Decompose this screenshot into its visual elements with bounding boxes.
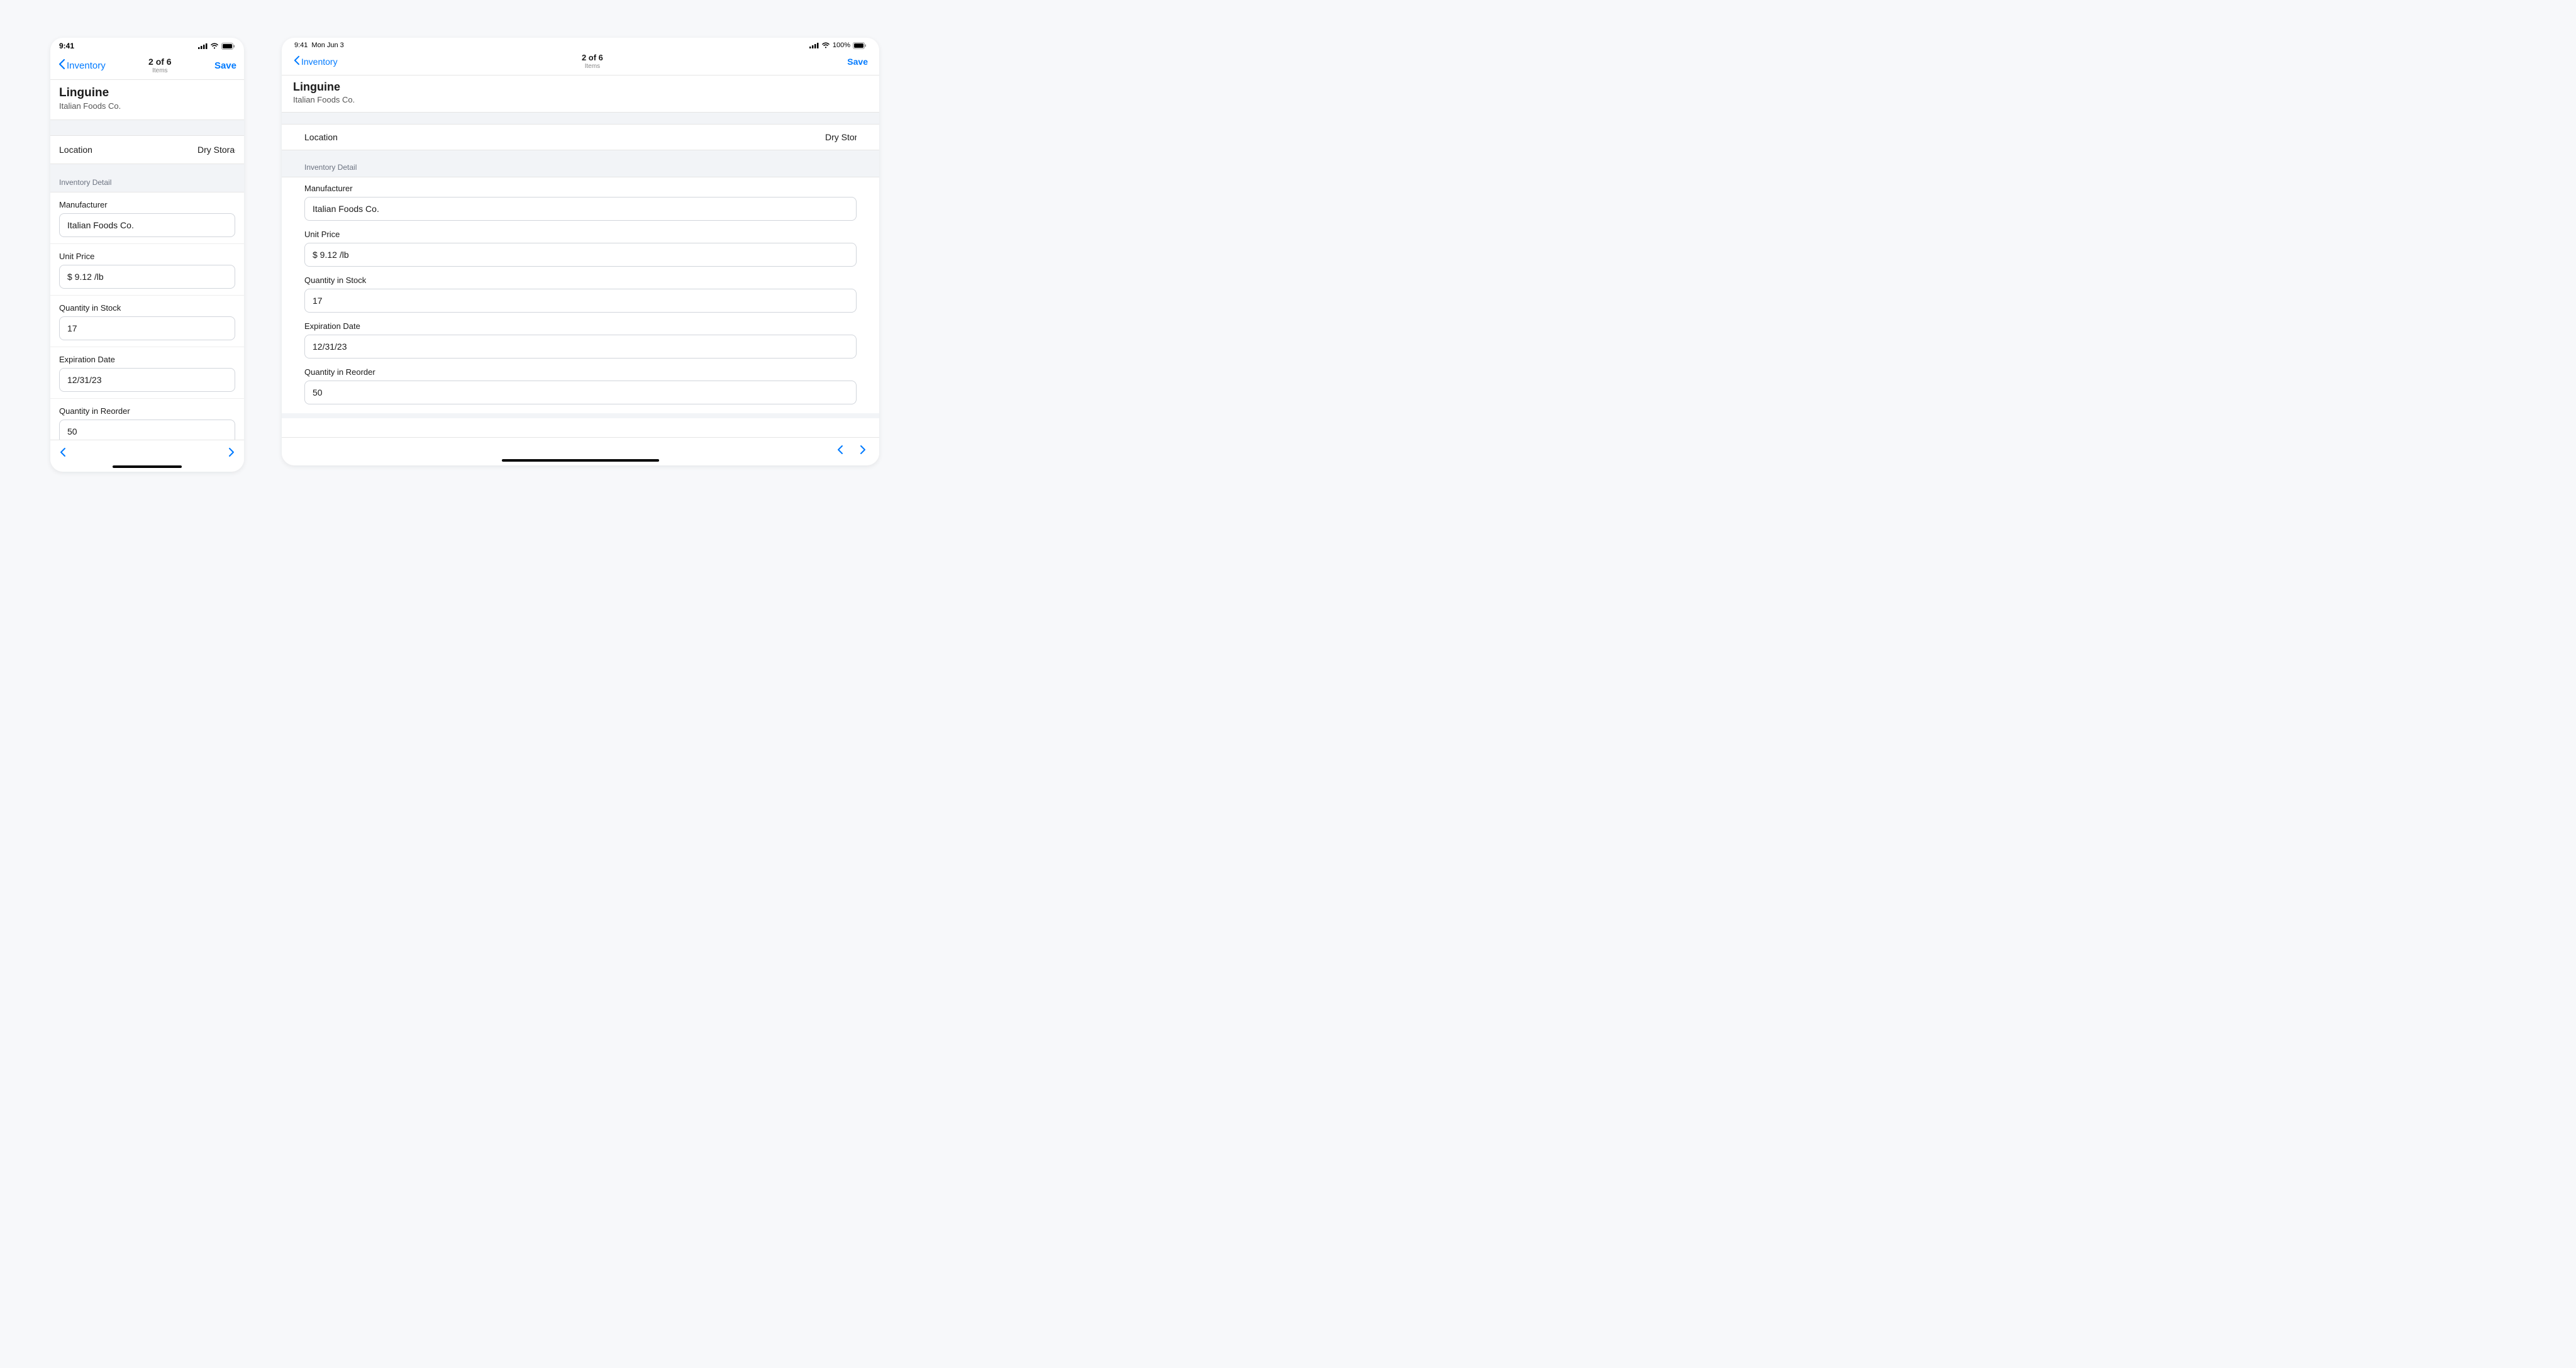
section-header-inventory-detail: Inventory Detail [50,164,244,192]
quantity-stock-label: Quantity in Stock [304,275,857,285]
nav-title: 2 of 6 [148,57,172,67]
status-time: 9:41 [59,42,74,50]
back-button[interactable]: Inventory [58,58,106,72]
chevron-left-icon [293,55,300,67]
location-value: Dry Storage [825,132,857,142]
item-subtitle: Italian Foods Co. [293,95,868,104]
tablet-device: 9:41 Mon Jun 3 100% Inventory 2 of 6 Ite… [282,38,879,465]
section-header-inventory-detail: Inventory Detail [282,150,879,177]
back-button[interactable]: Inventory [293,55,338,67]
footer-nav [282,437,879,459]
signal-icon [198,43,208,49]
footer-nav [50,440,244,463]
nav-bar: Inventory 2 of 6 Items Save [50,52,244,80]
quantity-stock-field[interactable] [59,316,235,340]
status-bar: 9:41 [50,38,244,52]
quantity-reorder-label: Quantity in Reorder [304,367,857,377]
unit-price-label: Unit Price [304,230,857,239]
section-gap [282,413,879,418]
home-indicator [113,465,182,468]
expiration-date-label: Expiration Date [59,355,235,364]
next-button[interactable] [859,444,867,455]
home-indicator [502,459,659,462]
save-button[interactable]: Save [847,57,868,67]
battery-pct: 100% [833,42,850,49]
back-label: Inventory [301,57,338,67]
unit-price-field[interactable] [59,265,235,289]
wifi-icon [210,43,219,49]
chevron-left-icon [58,58,65,72]
signal-icon [809,42,819,48]
location-value: Dry Storage [197,145,235,155]
expiration-date-field[interactable] [59,368,235,392]
item-header: Linguine Italian Foods Co. [282,75,879,113]
back-label: Inventory [67,60,106,71]
item-header: Linguine Italian Foods Co. [50,80,244,120]
manufacturer-field[interactable] [59,213,235,237]
section-gap [50,120,244,135]
prev-button[interactable] [59,447,67,458]
prev-button[interactable] [836,444,844,455]
location-row[interactable]: Location Dry Storage [50,135,244,164]
status-bar: 9:41 Mon Jun 3 100% [282,38,879,50]
item-subtitle: Italian Foods Co. [59,101,235,111]
phone-device: 9:41 Inventory 2 of 6 Items Save Linguin… [50,38,244,472]
status-date: Mon Jun 3 [311,42,343,49]
nav-bar: Inventory 2 of 6 Items Save [282,50,879,75]
quantity-reorder-field[interactable] [304,381,857,404]
quantity-stock-field[interactable] [304,289,857,313]
quantity-reorder-field[interactable] [59,420,235,440]
nav-title: 2 of 6 [582,53,603,62]
location-row[interactable]: Location Dry Storage [282,124,879,150]
manufacturer-label: Manufacturer [304,184,857,193]
next-button[interactable] [228,447,235,458]
unit-price-label: Unit Price [59,252,235,261]
wifi-icon [821,42,830,48]
expiration-date-label: Expiration Date [304,321,857,331]
item-title: Linguine [59,86,235,100]
nav-subtitle: Items [148,67,172,74]
manufacturer-field[interactable] [304,197,857,221]
expiration-date-field[interactable] [304,335,857,359]
battery-icon [853,42,867,49]
quantity-reorder-label: Quantity in Reorder [59,406,235,416]
location-label: Location [304,132,338,142]
quantity-stock-label: Quantity in Stock [59,303,235,313]
section-gap [282,113,879,124]
item-title: Linguine [293,81,868,94]
save-button[interactable]: Save [214,60,236,71]
status-time: 9:41 [294,42,308,49]
nav-subtitle: Items [582,63,603,70]
unit-price-field[interactable] [304,243,857,267]
location-label: Location [59,145,92,155]
battery-icon [221,43,235,50]
manufacturer-label: Manufacturer [59,200,235,209]
